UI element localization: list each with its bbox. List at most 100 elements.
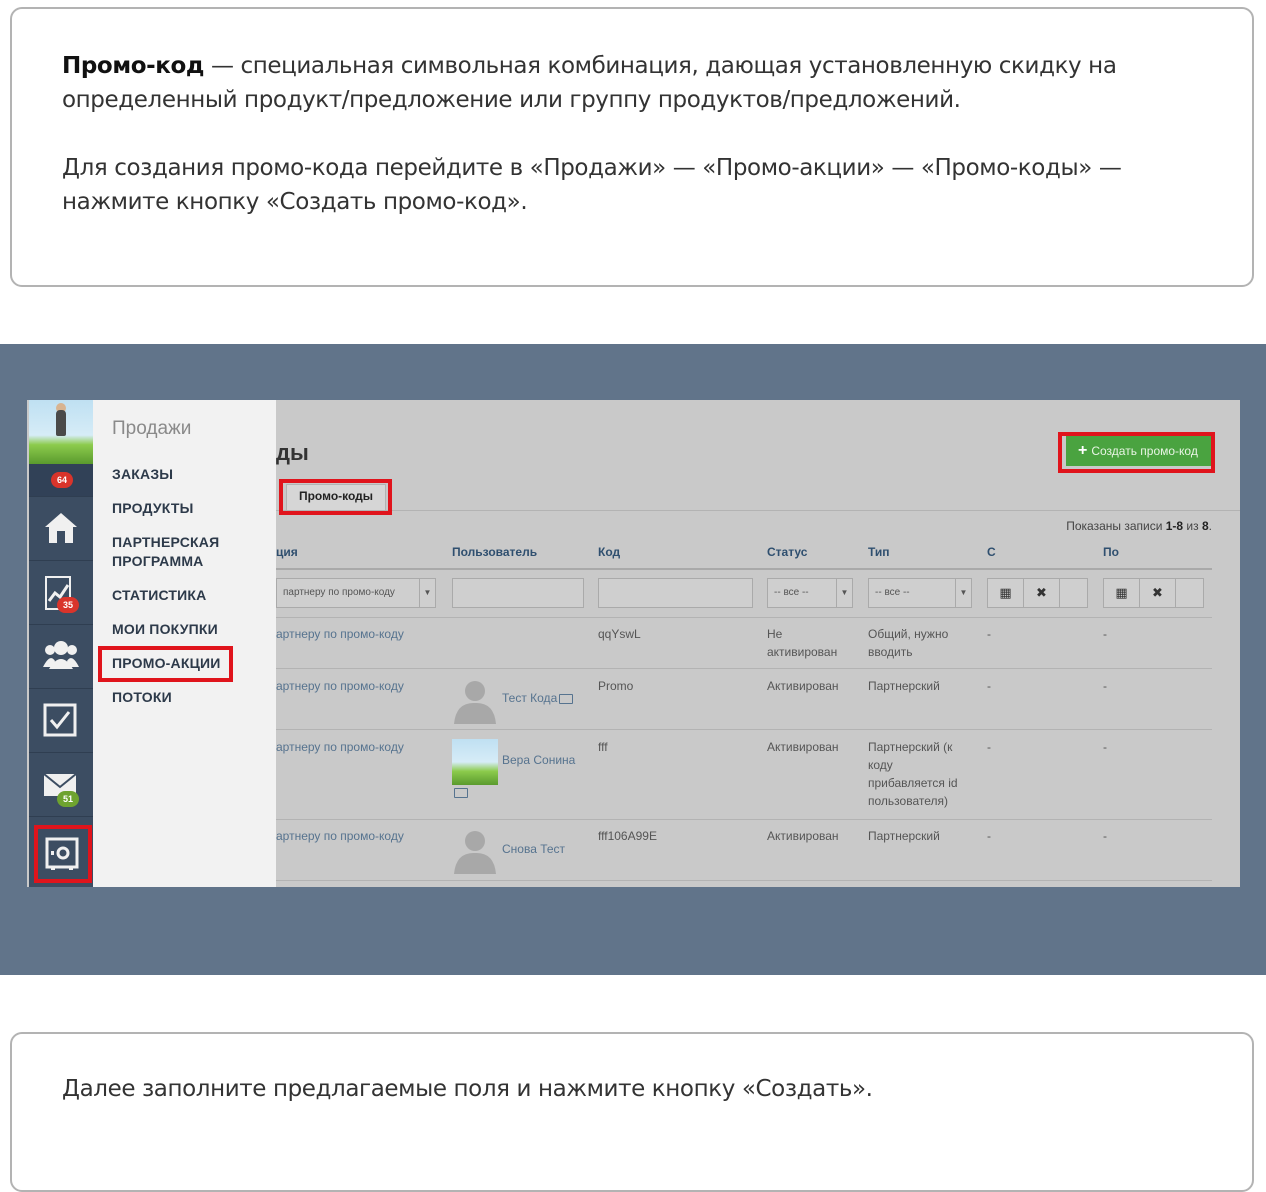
row1-action[interactable]: артнеру по промо-коду: [276, 625, 404, 643]
row1-status-l2: активирован: [767, 645, 838, 659]
avatar-figure: [56, 410, 66, 436]
from-date-filter[interactable]: ▦ ✖: [987, 578, 1088, 608]
menu-item-orders[interactable]: ЗАКАЗЫ: [112, 465, 173, 484]
id-card-icon: [559, 693, 574, 704]
user-filter[interactable]: [452, 578, 584, 608]
sales-menu: Продажи ЗАКАЗЫ ПРОДУКТЫ ПАРТНЕРСКАЯ ПРОГ…: [93, 400, 276, 887]
promo-highlight: [98, 646, 233, 682]
row2-to: -: [1103, 679, 1107, 693]
tasks-nav[interactable]: [29, 688, 93, 752]
users-nav[interactable]: [29, 624, 93, 688]
user-photo: [452, 739, 498, 785]
screenshot-banner: 64 35 51 Продажи ЗАКАЗЫ ПРОДУКТЫ ПАРТНЕР…: [0, 344, 1266, 975]
row2-user[interactable]: Тест Кода: [502, 689, 574, 707]
header-divider: [276, 568, 1212, 570]
col-user[interactable]: Пользователь: [452, 545, 537, 559]
row1-status-l1: Не: [767, 627, 783, 641]
user-avatar[interactable]: [29, 400, 93, 464]
menu-item-affiliate-line2[interactable]: ПРОГРАММА: [112, 552, 204, 571]
row-divider: [276, 668, 1212, 669]
menu-item-statistics[interactable]: СТАТИСТИКА: [112, 586, 207, 605]
mail-nav[interactable]: 51: [29, 752, 93, 816]
calendar-icon[interactable]: ▦: [988, 579, 1024, 607]
col-to[interactable]: По: [1103, 545, 1119, 559]
row4-to: -: [1103, 829, 1107, 843]
tab-highlight: [279, 479, 392, 515]
safe-highlight: [34, 825, 92, 883]
chevron-down-icon: ▼: [419, 579, 435, 607]
chevron-down-icon: ▼: [955, 579, 971, 607]
app-screenshot: 64 35 51 Продажи ЗАКАЗЫ ПРОДУКТЫ ПАРТНЕР…: [27, 400, 1240, 887]
row4-code: fff106A99E: [598, 829, 657, 843]
type-filter[interactable]: -- все -- ▼: [868, 578, 972, 608]
records-prefix: Показаны записи: [1066, 519, 1166, 533]
menu-item-streams[interactable]: ПОТОКИ: [112, 688, 172, 707]
row4-user[interactable]: Снова Тест: [502, 840, 565, 858]
id-card-icon: [454, 788, 468, 798]
create-highlight: [1058, 432, 1215, 473]
notifications-zone[interactable]: 64: [29, 464, 93, 496]
clear-icon[interactable]: ✖: [1140, 579, 1176, 607]
row3-action[interactable]: артнеру по промо-коду: [276, 738, 404, 756]
row2-action[interactable]: артнеру по промо-коду: [276, 677, 404, 695]
calendar-icon[interactable]: ▦: [1104, 579, 1140, 607]
row1-code: qqYswL: [598, 627, 641, 641]
row4-action[interactable]: артнеру по промо-коду: [276, 827, 404, 845]
row4-type: Партнерский: [868, 829, 940, 843]
row2-type: Партнерский: [868, 679, 940, 693]
row-divider: [276, 729, 1212, 730]
status-filter[interactable]: -- все -- ▼: [767, 578, 853, 608]
code-filter[interactable]: [598, 578, 753, 608]
row1-status: Не активирован: [767, 625, 837, 661]
row3-from: -: [987, 740, 991, 754]
records-summary: Показаны записи 1-8 из 8.: [1066, 519, 1212, 533]
row3-status: Активирован: [767, 740, 839, 754]
row1-from: -: [987, 627, 991, 641]
row2-code: Promo: [598, 679, 634, 693]
col-action[interactable]: ция: [276, 545, 298, 559]
row2-from: -: [987, 679, 991, 693]
col-status[interactable]: Статус: [767, 545, 807, 559]
promo-definition-text: — специальная символьная комбинация, даю…: [62, 53, 1117, 113]
page-title: ды: [276, 440, 309, 465]
user-placeholder-icon: [454, 681, 496, 724]
promo-codes-page: ды Промо-коды + Создать промо-код Показан…: [276, 400, 1240, 887]
row4-status: Активирован: [767, 829, 839, 843]
row1-type: Общий, нужно вводить: [868, 625, 948, 661]
row3-type-l1: Партнерский (к: [868, 740, 953, 754]
users-icon: [43, 641, 79, 669]
col-code[interactable]: Код: [598, 545, 620, 559]
col-from[interactable]: С: [987, 545, 996, 559]
action-filter-value: партнеру по промо-коду: [283, 587, 395, 598]
icon-sidebar: 64 35 51: [29, 400, 93, 887]
col-type[interactable]: Тип: [868, 545, 890, 559]
home-nav[interactable]: [29, 496, 93, 560]
home-icon: [45, 513, 77, 543]
status-filter-value: -- все --: [774, 587, 809, 598]
checkbox-icon: [43, 703, 77, 737]
row3-type-l4: пользователя): [868, 794, 948, 808]
menu-title: Продажи: [112, 418, 192, 439]
action-filter[interactable]: партнеру по промо-коду ▼: [276, 578, 436, 608]
row3-type: Партнерский (к коду прибавляется id пользов…: [868, 738, 958, 810]
row2-user-name: Тест Кода: [502, 691, 558, 705]
records-mid: из: [1183, 519, 1202, 533]
row3-user[interactable]: Вера Сонина: [502, 751, 575, 769]
row3-to: -: [1103, 740, 1107, 754]
intro-card: Промо-код — специальная символьная комби…: [10, 7, 1254, 287]
row1-to: -: [1103, 627, 1107, 641]
outro-text: Далее заполните предлагаемые поля и нажм…: [62, 1076, 873, 1102]
row1-type-l2: вводить: [868, 645, 913, 659]
to-date-filter[interactable]: ▦ ✖: [1103, 578, 1204, 608]
records-range: 1-8: [1165, 519, 1184, 533]
records-suffix: .: [1208, 519, 1212, 533]
clear-icon[interactable]: ✖: [1024, 579, 1060, 607]
menu-item-products[interactable]: ПРОДУКТЫ: [112, 499, 194, 518]
menu-item-affiliate-line1[interactable]: ПАРТНЕРСКАЯ: [112, 533, 219, 552]
row-divider: [276, 819, 1212, 820]
menu-item-purchases[interactable]: МОИ ПОКУПКИ: [112, 620, 218, 639]
sales-nav[interactable]: 35: [29, 560, 93, 624]
mail-badge: 51: [57, 791, 79, 807]
promo-instruction: Для создания промо-кода перейдите в «Про…: [62, 155, 1122, 215]
type-filter-value: -- все --: [875, 587, 910, 598]
